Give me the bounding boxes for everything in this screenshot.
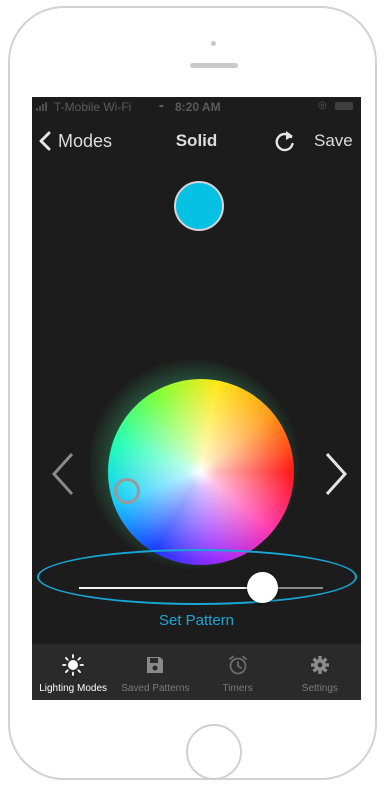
front-camera (211, 41, 216, 46)
tab-label: Settings (301, 683, 338, 694)
page-title: Solid (175, 131, 218, 150)
sun-icon (62, 654, 85, 676)
refresh-icon[interactable] (272, 128, 298, 154)
color-wheel-cursor[interactable] (114, 478, 140, 504)
tab-label: Saved Patterns (121, 683, 190, 694)
status-time: 8:20 AM (175, 100, 221, 114)
previous-mode-arrow-icon[interactable] (48, 451, 78, 497)
brightness-slider-thumb[interactable] (247, 572, 278, 603)
gear-icon (310, 656, 329, 674)
floppy-disk-icon (147, 657, 164, 673)
battery-icon (335, 102, 353, 110)
save-button[interactable]: Save (314, 131, 353, 151)
set-pattern-button[interactable]: Set Pattern (32, 612, 361, 629)
color-wheel[interactable] (108, 379, 294, 565)
wifi-icon: ◒ (158, 99, 165, 111)
alarm-clock-icon (228, 655, 247, 675)
tab-lighting-modes[interactable]: Lighting Modes (32, 644, 114, 700)
selected-color-preview (174, 181, 224, 231)
brightness-slider-fill[interactable] (79, 587, 262, 589)
tab-label: Timers (222, 683, 253, 694)
earpiece-speaker (190, 63, 238, 68)
navigation-bar: Modes Solid Save (32, 123, 361, 159)
carrier-label: T-Mobile Wi-Fi (54, 100, 132, 114)
tab-label: Lighting Modes (39, 683, 108, 694)
next-mode-arrow-icon[interactable] (321, 451, 351, 497)
tab-bar: Lighting Modes Saved Patterns Timers Set… (32, 644, 361, 700)
status-bar: T-Mobile Wi-Fi ◒ 8:20 AM ◎ (32, 97, 361, 117)
app-screen: T-Mobile Wi-Fi ◒ 8:20 AM ◎ Modes Solid S… (32, 97, 361, 700)
slider-highlight-ellipse (37, 549, 357, 605)
home-button[interactable] (186, 724, 242, 780)
signal-strength-icon (36, 102, 47, 111)
tab-settings[interactable]: Settings (279, 644, 361, 700)
tab-saved-patterns[interactable]: Saved Patterns (114, 644, 196, 700)
tab-timers[interactable]: Timers (197, 644, 279, 700)
orientation-lock-icon: ◎ (318, 100, 327, 111)
